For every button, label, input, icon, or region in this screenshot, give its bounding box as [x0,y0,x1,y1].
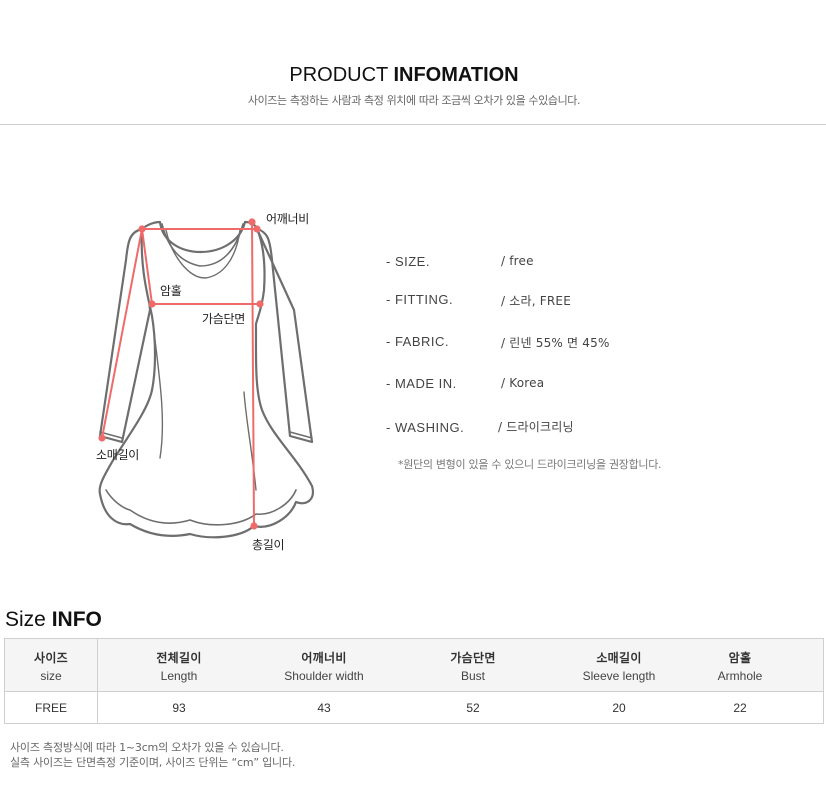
spec-value: / free [501,254,534,268]
col-length: 전체길이 Length [156,651,202,683]
page-subtitle: 사이즈는 측정하는 사람과 측정 위치에 따라 조금씩 오차가 있을 수있습니다… [247,94,581,107]
spec-value: / 드라이크리닝 [498,420,574,434]
col-armhole: 암홀 Armhole [717,651,763,683]
size-info-title: Size INFO [5,608,102,631]
spec-value: / 린넨 55% 면 45% [501,336,610,350]
label-bust: 가슴단면 [202,312,245,326]
size-table: 사이즈 size 전체길이 Length 어깨너비 Shoulder width… [4,638,824,724]
garment-diagram: 어깨너비 암홀 가슴단면 소매길이 총길이 [0,200,340,570]
spec-key: - FITTING. [386,292,454,307]
page-title: PRODUCT INFOMATION [0,64,808,87]
footnote-1: 사이즈 측정방식에 따라 1~3cm의 오차가 있을 수 있습니다. [10,741,284,754]
spec-key: - FABRIC. [386,334,450,349]
spec-key: - SIZE. [386,254,430,269]
col-sleeve: 소매길이 Sleeve length [582,651,656,683]
table-cell: 52 [466,701,480,715]
dress-illustration [98,218,314,539]
table-cell: 43 [317,701,331,715]
title-bold: INFOMATION [393,64,519,86]
spec-key: - WASHING. [386,420,465,435]
header-divider [0,124,826,125]
label-shoulder: 어깨너비 [266,212,309,226]
right-sleeve [255,227,314,444]
label-length: 총길이 [252,538,285,552]
table-cell: 20 [612,701,626,715]
footnote-2: 실측 사이즈는 단면측정 기준이며, 사이즈 단위는 “cm” 입니다. [10,756,296,769]
col-bust: 가슴단면 Bust [450,651,496,683]
spec-value: / 소라, FREE [501,294,571,308]
spec-value: / Korea [501,376,545,390]
title-light: PRODUCT [289,64,388,86]
col-shoulder: 어깨너비 Shoulder width [284,651,364,683]
col-size: 사이즈 size [33,651,69,683]
label-sleeve: 소매길이 [96,448,139,462]
table-cell: FREE [34,701,67,715]
label-armhole: 암홀 [160,284,182,298]
table-cell: 93 [172,701,186,715]
table-cell: 22 [733,701,747,715]
spec-note: *원단의 변형이 있을 수 있으니 드라이크리닝을 권장합니다. [398,458,662,471]
spec-key: - MADE IN. [386,376,457,391]
